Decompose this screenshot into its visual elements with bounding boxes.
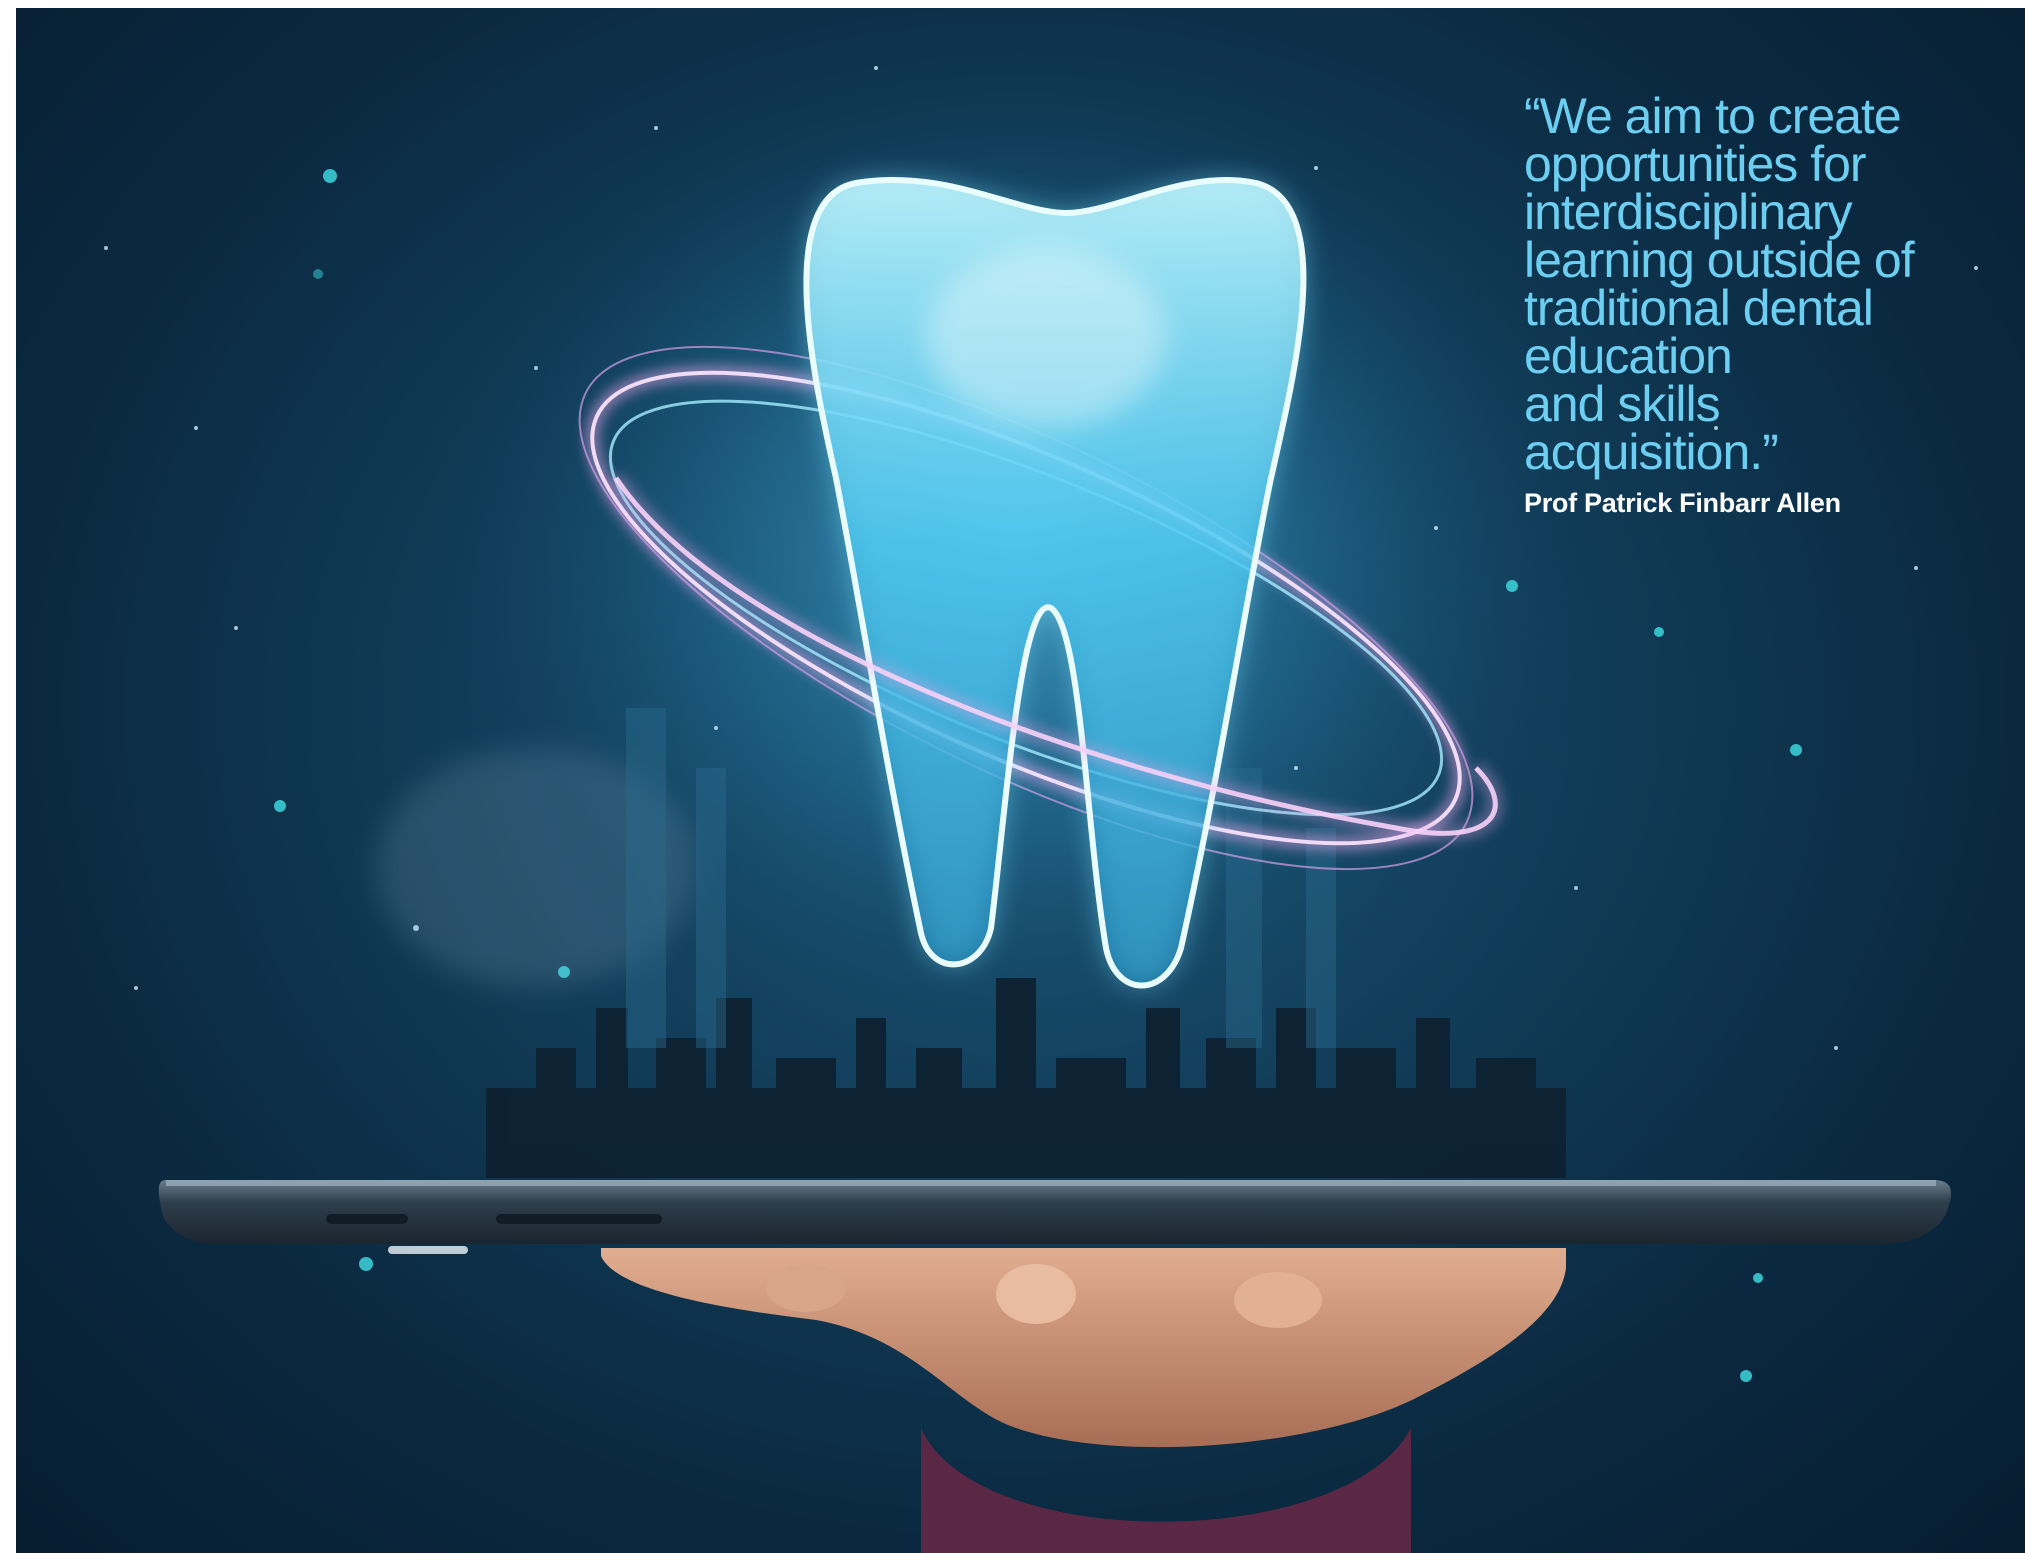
- page: “We aim to create opportunities for inte…: [0, 0, 2025, 1553]
- quote-author: Prof Patrick Finbarr Allen: [1524, 488, 1841, 518]
- quote-block: “We aim to create opportunities for inte…: [1524, 88, 1964, 520]
- hero-image: “We aim to create opportunities for inte…: [16, 8, 2025, 1553]
- tablet-device: [158, 1180, 1952, 1254]
- pull-quote: “We aim to create opportunities for inte…: [1524, 88, 1915, 480]
- hand-image: [601, 1248, 1566, 1553]
